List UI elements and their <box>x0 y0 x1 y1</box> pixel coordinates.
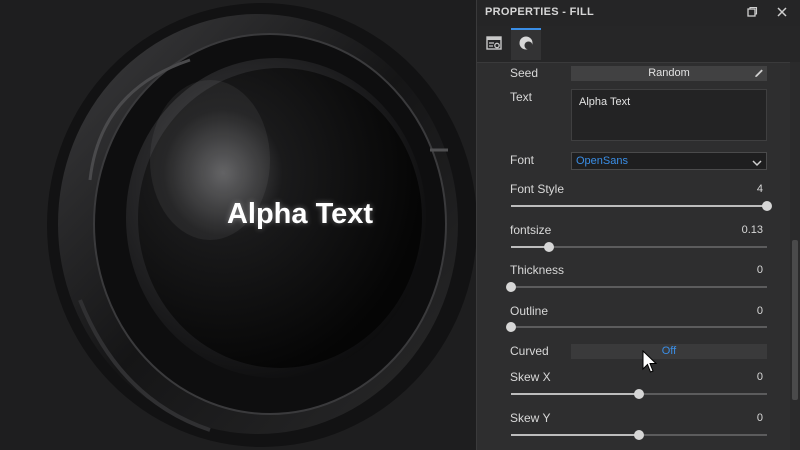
slider-thumb[interactable] <box>506 282 516 292</box>
scrollbar-thumb[interactable] <box>792 240 798 400</box>
font-style-value: 4 <box>756 183 763 195</box>
skew-x-slider[interactable] <box>511 389 767 399</box>
fontsize-value: 0.13 <box>741 224 763 236</box>
font-style-slider[interactable] <box>511 201 772 211</box>
font-select-value: OpenSans <box>576 155 628 167</box>
font-select[interactable]: OpenSans <box>571 152 767 170</box>
text-input[interactable]: Alpha Text <box>571 89 767 141</box>
panel-header: PROPERTIES - FILL <box>477 0 800 26</box>
outline-label: Outline <box>510 304 549 318</box>
fontsize-label: fontsize <box>510 223 552 237</box>
chevron-down-icon <box>752 156 762 172</box>
layer-settings-icon <box>486 35 502 56</box>
curved-toggle[interactable]: Off <box>571 344 767 359</box>
panel-title: PROPERTIES - FILL <box>485 6 594 18</box>
skew-y-value: 0 <box>756 412 763 424</box>
seed-label: Seed <box>510 66 539 80</box>
random-seed-button-label: Random <box>648 67 690 79</box>
tab-bar <box>477 26 800 63</box>
thickness-value: 0 <box>756 264 763 276</box>
slider-thumb[interactable] <box>762 201 772 211</box>
skew-y-label: Skew Y <box>510 411 551 425</box>
thickness-label: Thickness <box>510 263 565 277</box>
slider-thumb[interactable] <box>544 242 555 252</box>
viewport[interactable]: Alpha Text <box>0 0 476 450</box>
mouse-cursor-icon <box>642 349 658 379</box>
skew-x-label: Skew X <box>510 370 551 384</box>
font-style-label: Font Style <box>510 182 565 196</box>
outline-value: 0 <box>756 305 763 317</box>
properties-list: Seed Random Text Alpha Text Font OpenSan… <box>477 62 789 450</box>
material-sphere-icon <box>518 35 534 56</box>
text-label: Text <box>510 90 533 104</box>
properties-panel: PROPERTIES - FILL Seed Random Text Alpha… <box>476 0 800 450</box>
pencil-icon <box>754 66 764 83</box>
close-icon[interactable] <box>775 5 789 19</box>
outline-slider[interactable] <box>506 322 767 332</box>
tab-material[interactable] <box>511 28 541 60</box>
skew-x-value: 0 <box>756 371 763 383</box>
font-label: Font <box>510 153 535 167</box>
preview-text: Alpha Text <box>226 198 374 230</box>
slider-thumb[interactable] <box>634 430 644 440</box>
thickness-slider[interactable] <box>506 282 767 292</box>
panel-scrollbar[interactable] <box>790 62 800 450</box>
fontsize-slider[interactable] <box>511 242 767 252</box>
slider-thumb[interactable] <box>634 389 644 399</box>
curved-label: Curved <box>510 344 549 358</box>
slider-thumb[interactable] <box>506 322 516 332</box>
restore-window-icon[interactable] <box>745 5 759 19</box>
skew-y-slider[interactable] <box>511 430 767 440</box>
tab-layer-settings[interactable] <box>479 30 509 60</box>
random-seed-button[interactable]: Random <box>571 66 767 81</box>
